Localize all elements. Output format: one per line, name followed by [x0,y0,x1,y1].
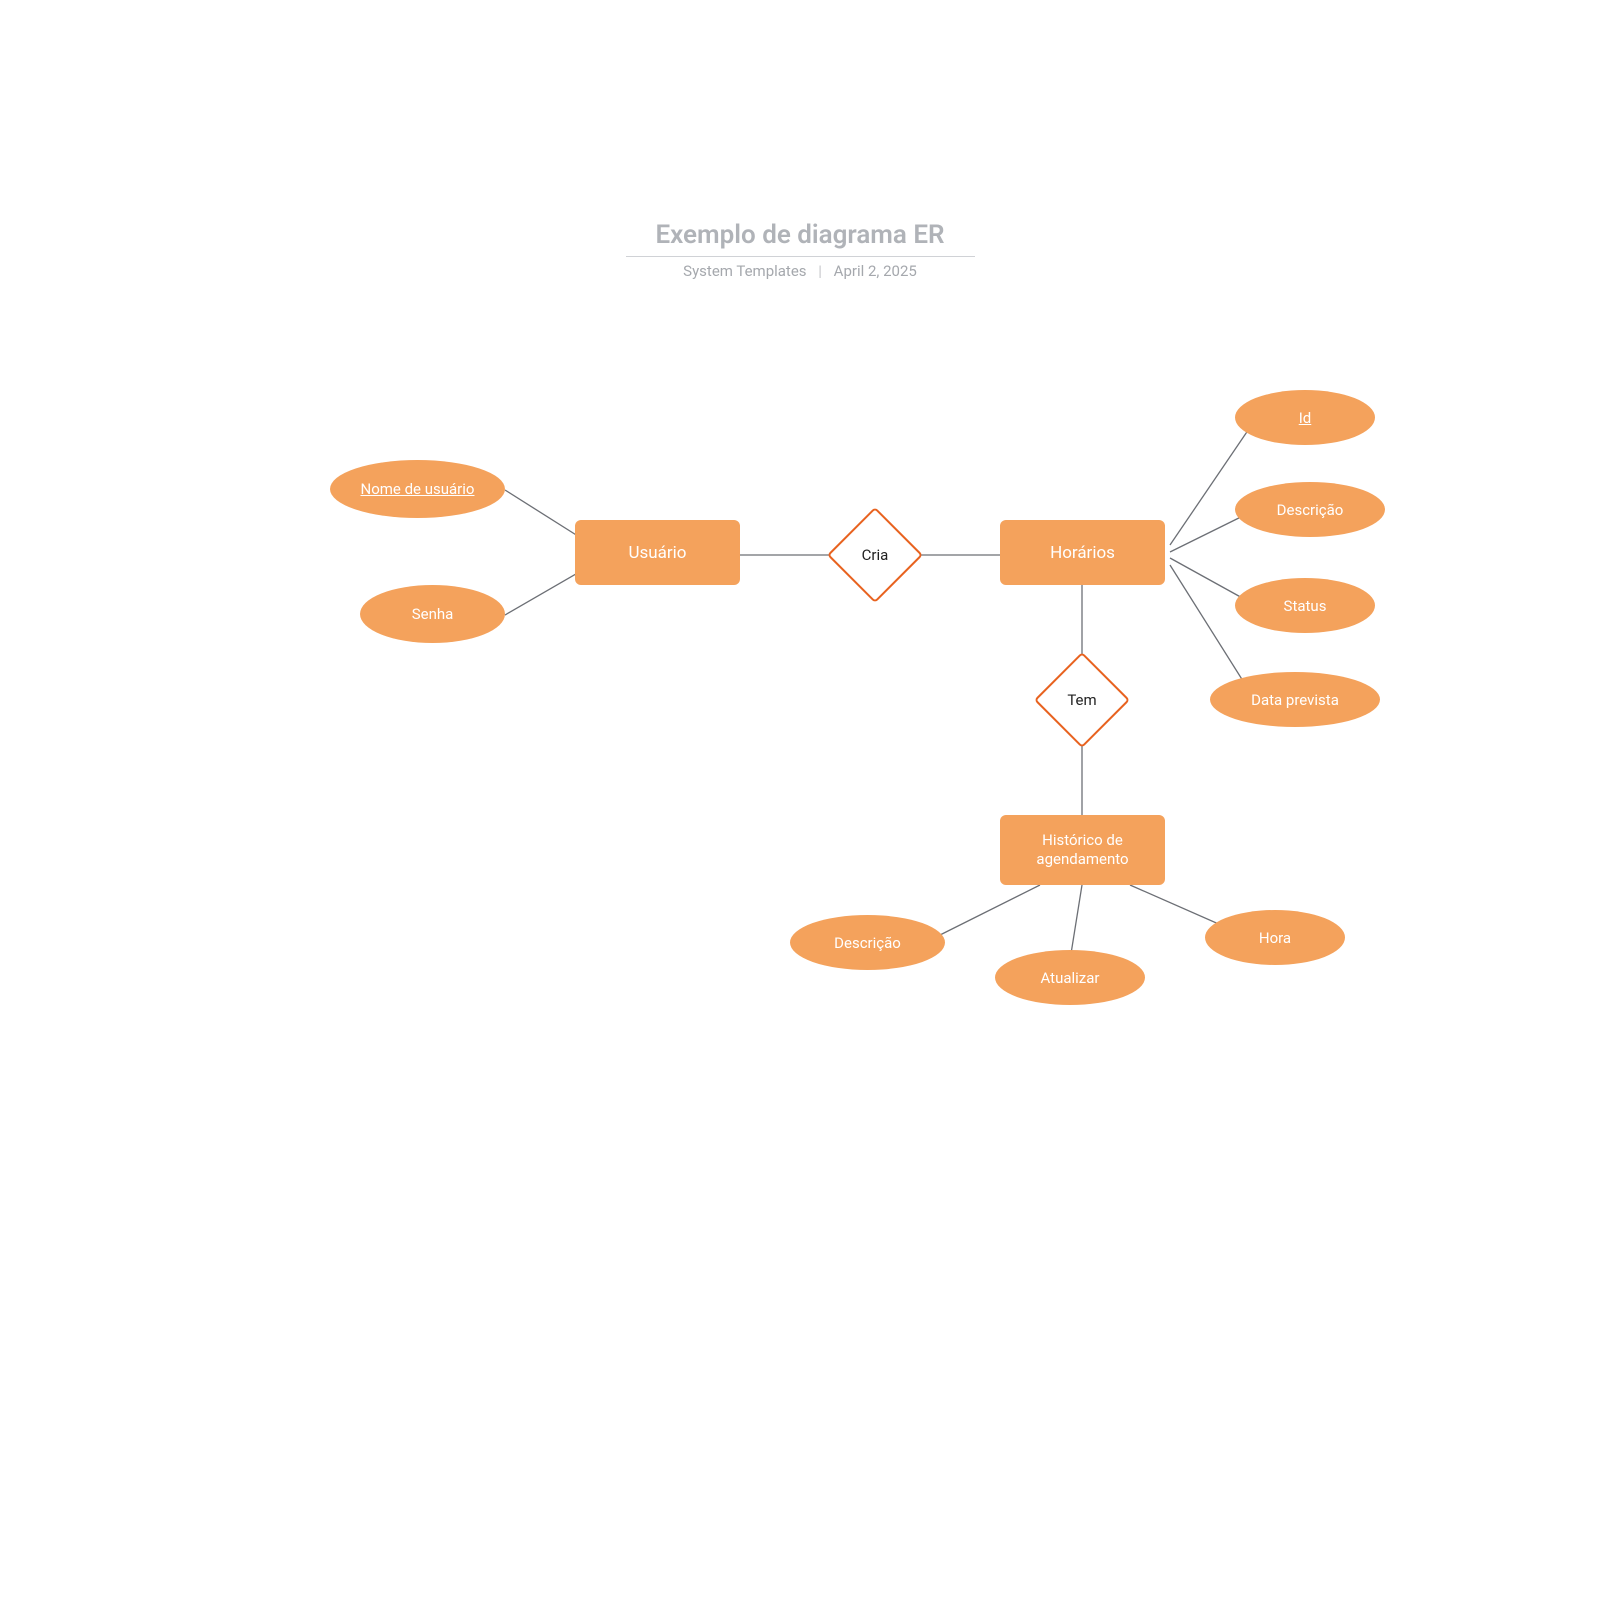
attr-horarios-id: Id [1235,390,1375,445]
attr-horarios-status: Status [1235,578,1375,633]
diagram-subtitle-left: System Templates [683,262,806,280]
relationship-tem: Tem [1037,655,1127,745]
relationship-tem-label: Tem [1037,691,1127,709]
diagram-title: Exemplo de diagrama ER [626,220,975,257]
subtitle-separator: | [818,262,822,280]
attr-hist-descricao: Descrição [790,915,945,970]
attr-hist-hora: Hora [1205,910,1345,965]
attr-horarios-data: Data prevista [1210,672,1380,727]
entity-horarios: Horários [1000,520,1165,585]
attr-hist-atualizar: Atualizar [995,950,1145,1005]
attr-usuario-nome: Nome de usuário [330,460,505,518]
entity-usuario: Usuário [575,520,740,585]
attr-horarios-descricao: Descrição [1235,482,1385,537]
diagram-title-row: Exemplo de diagrama ER [0,220,1600,257]
relationship-cria-label: Cria [830,546,920,564]
relationship-cria: Cria [830,510,920,600]
attr-usuario-senha: Senha [360,585,505,643]
diagram-subtitle-right: April 2, 2025 [834,262,917,280]
er-diagram-canvas: Exemplo de diagrama ER System Templates … [0,0,1600,1600]
entity-historico: Histórico de agendamento [1000,815,1165,885]
diagram-subtitle-row: System Templates | April 2, 2025 [0,262,1600,280]
